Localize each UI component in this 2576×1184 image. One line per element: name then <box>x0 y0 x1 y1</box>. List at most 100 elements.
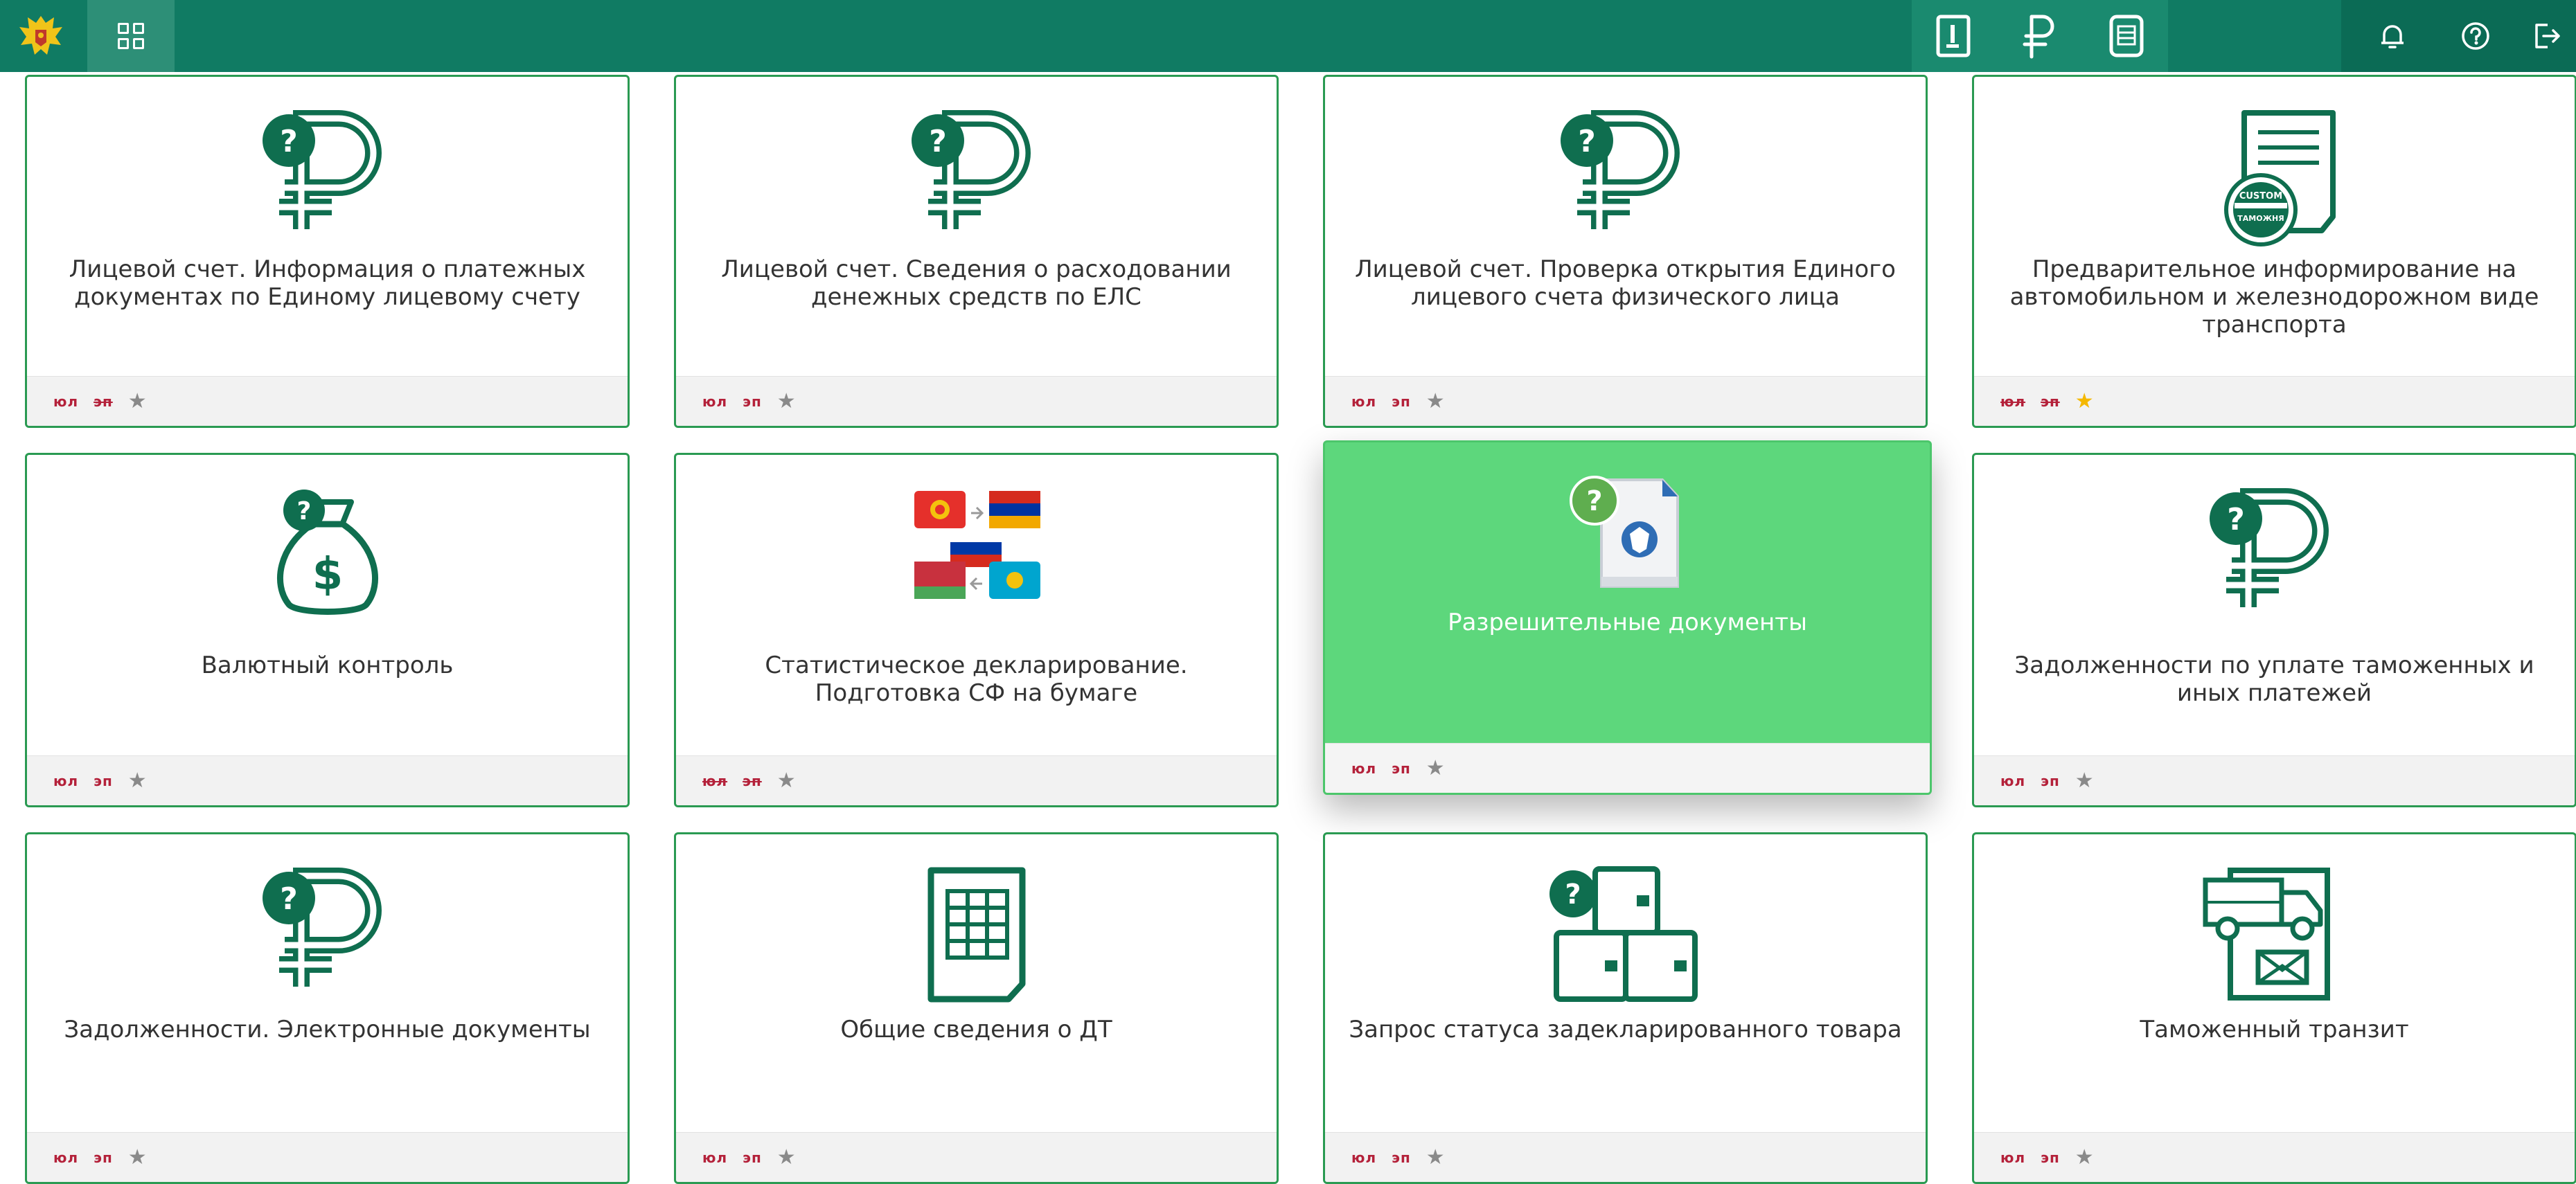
legal-entity-badge: юл <box>1351 393 1377 410</box>
quick-actions-group <box>1912 0 2168 72</box>
favorite-star-icon[interactable]: ★ <box>777 1147 796 1168</box>
svg-text:?: ? <box>929 124 947 159</box>
money-bag-question-icon: $ ? <box>258 487 397 628</box>
customs-eagle-emblem-icon[interactable] <box>10 6 72 66</box>
svg-text:?: ? <box>1586 485 1602 517</box>
legal-entity-badge: юл <box>53 1149 79 1166</box>
favorite-star-icon[interactable]: ★ <box>1426 1147 1445 1168</box>
favorite-star-icon[interactable]: ★ <box>2075 391 2094 412</box>
favorite-star-icon[interactable]: ★ <box>777 770 796 791</box>
tile-footer: юл эп ★ <box>1974 1132 2575 1182</box>
ruble-icon[interactable] <box>2012 8 2068 64</box>
service-tile[interactable]: ? Лицевой счет. Сведения о расходовании … <box>674 75 1279 428</box>
e-signature-badge: эп <box>2041 393 2060 410</box>
svg-text:?: ? <box>296 497 311 526</box>
tile-body: ? Задолженности по уплате таможенных и и… <box>1974 455 2575 755</box>
e-signature-badge: эп <box>1392 760 1411 777</box>
service-tile[interactable]: ? Разрешительные документы юл эп ★ <box>1323 440 1932 795</box>
user-actions-group <box>2341 0 2576 72</box>
truck-transit-document-icon <box>2192 866 2358 1007</box>
legal-entity-badge: юл <box>702 393 728 410</box>
service-tile[interactable]: CUSTOM ТАМОЖНЯ Предварительное информиро… <box>1972 75 2576 428</box>
ruble-question-icon: ? <box>1556 109 1695 236</box>
legal-entity-badge: юл <box>702 1149 728 1166</box>
favorite-star-icon[interactable]: ★ <box>128 391 147 412</box>
tile-body: Таможенный транзит <box>1974 834 2575 1132</box>
e-signature-badge: эп <box>1392 1149 1411 1166</box>
tile-title: Лицевой счет. Проверка открытия Единого … <box>1355 255 1896 311</box>
bell-icon[interactable] <box>2369 12 2416 60</box>
tile-title: Задолженности по уплате таможенных и ины… <box>2014 652 2534 707</box>
eaeu-flags-icon <box>907 487 1046 607</box>
ruble-question-icon: ? <box>258 109 397 236</box>
tile-body: ? Разрешительные документы <box>1325 442 1930 743</box>
service-tile[interactable]: ? Задолженности по уплате таможенных и и… <box>1972 453 2576 807</box>
help-icon[interactable] <box>2452 12 2499 60</box>
tile-title: Запрос статуса задекларированного товара <box>1349 1016 1902 1043</box>
tile-title: Статистическое декларирование. Подготовк… <box>765 652 1188 707</box>
service-tile[interactable]: $ ? Валютный контроль юл эп ★ <box>25 453 630 807</box>
e-signature-badge: эп <box>94 1149 113 1166</box>
svg-text:?: ? <box>280 124 298 159</box>
ruble-question-icon: ? <box>2205 487 2344 614</box>
tile-body: Статистическое декларирование. Подготовк… <box>676 455 1277 755</box>
svg-text:?: ? <box>1578 124 1596 159</box>
service-tile[interactable]: Статистическое декларирование. Подготовк… <box>674 453 1279 807</box>
svg-text:?: ? <box>1565 879 1581 911</box>
favorite-star-icon[interactable]: ★ <box>2075 770 2094 791</box>
tile-body: CUSTOM ТАМОЖНЯ Предварительное информиро… <box>1974 77 2575 376</box>
service-tile[interactable]: Общие сведения о ДТ юл эп ★ <box>674 832 1279 1184</box>
favorite-star-icon[interactable]: ★ <box>777 391 796 412</box>
e-signature-badge: эп <box>2041 1149 2060 1166</box>
tile-footer: юл эп ★ <box>1974 755 2575 805</box>
favorite-star-icon[interactable]: ★ <box>1426 757 1445 779</box>
tile-body: ? Задолженности. Электронные документы <box>27 834 628 1132</box>
tile-footer: юл эп ★ <box>676 755 1277 805</box>
tile-footer: юл эп ★ <box>1325 376 1926 426</box>
tile-footer: юл эп ★ <box>1325 743 1930 793</box>
e-signature-badge: эп <box>2041 772 2060 789</box>
svg-text:$: $ <box>312 549 343 600</box>
svg-text:CUSTOM: CUSTOM <box>2239 191 2282 201</box>
tile-title: Предварительное информирование на автомо… <box>2009 255 2539 339</box>
tile-body: Общие сведения о ДТ <box>676 834 1277 1132</box>
e-signature-badge: эп <box>743 772 762 789</box>
tile-body: $ ? Валютный контроль <box>27 455 628 755</box>
tile-title: Общие сведения о ДТ <box>840 1016 1112 1043</box>
service-tile[interactable]: ? Запрос статуса задекларированного това… <box>1323 832 1928 1184</box>
favorite-star-icon[interactable]: ★ <box>1426 391 1445 412</box>
tile-title: Валютный контроль <box>201 652 454 679</box>
tile-title: Лицевой счет. Сведения о расходовании де… <box>721 255 1232 311</box>
customs-stamp-document-icon: CUSTOM ТАМОЖНЯ <box>2205 109 2344 250</box>
permit-document-question-icon: ? <box>1558 473 1697 600</box>
legal-entity-badge: юл <box>2000 772 2026 789</box>
legal-entity-badge: юл <box>702 772 728 789</box>
tile-body: ? Лицевой счет. Информация о платежных д… <box>27 77 628 376</box>
favorite-star-icon[interactable]: ★ <box>2075 1147 2094 1168</box>
tile-footer: юл эп ★ <box>27 1132 628 1182</box>
favorite-star-icon[interactable]: ★ <box>128 1147 147 1168</box>
e-signature-badge: эп <box>743 1149 762 1166</box>
service-tile[interactable]: ? Лицевой счет. Информация о платежных д… <box>25 75 630 428</box>
legal-entity-badge: юл <box>53 393 79 410</box>
reference-book-icon[interactable] <box>1926 8 1981 64</box>
apps-grid-button[interactable] <box>87 0 175 72</box>
legal-entity-badge: юл <box>1351 760 1377 777</box>
tile-footer: юл эп ★ <box>676 1132 1277 1182</box>
declaration-table-icon <box>907 866 1046 1007</box>
logout-icon[interactable] <box>2523 12 2570 60</box>
favorite-star-icon[interactable]: ★ <box>128 770 147 791</box>
tile-footer: юл эп ★ <box>27 755 628 805</box>
document-list-icon[interactable] <box>2099 8 2154 64</box>
service-tile[interactable]: ? Лицевой счет. Проверка открытия Единог… <box>1323 75 1928 428</box>
legal-entity-badge: юл <box>2000 1149 2026 1166</box>
tile-footer: юл эп ★ <box>1974 376 2575 426</box>
service-tile[interactable]: Таможенный транзит юл эп ★ <box>1972 832 2576 1184</box>
e-signature-badge: эп <box>743 393 762 410</box>
service-tile[interactable]: ? Задолженности. Электронные документы ю… <box>25 832 630 1184</box>
tile-title: Таможенный транзит <box>2140 1016 2409 1043</box>
svg-text:?: ? <box>2227 502 2245 537</box>
legal-entity-badge: юл <box>1351 1149 1377 1166</box>
svg-text:?: ? <box>280 881 298 917</box>
e-signature-badge: эп <box>94 772 113 789</box>
